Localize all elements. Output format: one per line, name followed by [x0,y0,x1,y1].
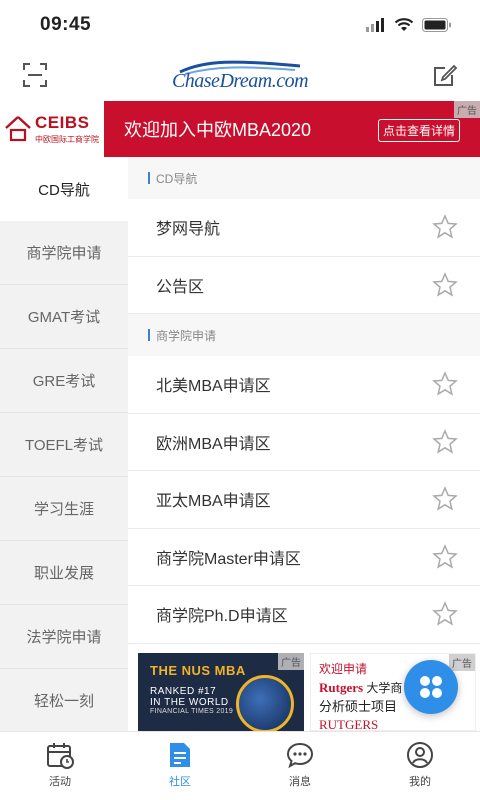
sidebar-item-law-school[interactable]: 法学院申请 [0,605,128,669]
star-icon[interactable] [432,428,458,455]
list-item-label: 欧洲MBA申请区 [156,435,271,453]
section-title: 商学院申请 [156,328,217,343]
rutgers-ad-brand: Rutgers [319,680,364,695]
sidebar-item-business-school[interactable]: 商学院申请 [0,221,128,285]
list-item-label: 商学院Master申请区 [156,550,301,568]
tab-label: 消息 [289,776,311,788]
tab-community[interactable]: 社区 [120,732,240,800]
ceibs-mark-icon [5,116,31,142]
compose-icon[interactable] [432,62,458,88]
list-item-label: 梦网导航 [156,221,221,239]
tab-profile[interactable]: 我的 [360,732,480,800]
star-icon[interactable] [432,601,458,627]
rutgers-ad-logo: RUTGERS [319,717,379,731]
star-icon[interactable] [432,271,458,298]
calendar-icon [47,743,74,769]
star-icon[interactable] [432,214,458,240]
tab-activity[interactable]: 活动 [0,732,120,800]
logo-text: ChaseDream.com [171,69,309,92]
section-header: 商学院申请 [128,314,480,356]
tab-messages[interactable]: 消息 [240,732,360,800]
sidebar-nav: CD导航 商学院申请 GMAT考试 GRE考试 TOEFL考试 学习生涯 职业发… [0,157,128,733]
list-item-label: 公告区 [156,278,205,296]
message-icon [286,742,314,769]
tab-label: 活动 [49,776,71,788]
star-icon[interactable] [432,371,458,397]
tab-label: 我的 [409,776,431,788]
list-item[interactable]: 商学院Master申请区 [128,529,480,586]
list-item-label: 亚太MBA申请区 [156,493,271,511]
ceibs-logo: CEIBS 中欧国际工商学院 [0,101,104,157]
sidebar-item-cd-nav[interactable]: CD导航 [0,157,128,221]
sidebar-item-toefl[interactable]: TOEFL考试 [0,413,128,477]
status-time: 09:45 [40,14,92,35]
ceibs-ad-banner[interactable]: CEIBS 中欧国际工商学院 欢迎加入中欧MBA2020 点击查看详情 广告 [0,101,480,157]
rutgers-ad-line2-rest: 大学商 [363,681,403,695]
ceibs-brand-en: CEIBS [35,113,90,132]
section-title: CD导航 [156,171,198,186]
ad-headline: 欢迎加入中欧MBA2020 [124,120,312,140]
ad-red-panel[interactable]: 欢迎加入中欧MBA2020 点击查看详情 广告 [104,101,480,157]
chasedream-logo: ChaseDream.com [171,58,309,93]
grid-dots-icon [420,676,442,698]
community-icon [170,743,190,767]
list-item-label: 商学院Ph.D申请区 [156,608,288,626]
battery-icon [422,18,451,32]
nus-badge-icon [236,675,294,731]
list-item-label: 北美MBA申请区 [156,378,271,396]
list-item[interactable]: 公告区 [128,257,480,314]
ad-cta-button[interactable]: 点击查看详情 [377,119,460,142]
ceibs-brand-cn: 中欧国际工商学院 [35,135,99,144]
section-header: CD导航 [128,157,480,199]
forum-list: CD导航 梦网导航 公告区 商学院申请 北美MBA申请区 欧洲MBA申请区 亚太… [128,157,480,731]
app-header: ChaseDream.com [0,50,480,100]
ad-tag: 广告 [449,654,475,671]
list-item[interactable]: 亚太MBA申请区 [128,471,480,529]
scan-icon[interactable] [22,62,48,88]
list-item[interactable]: 欧洲MBA申请区 [128,414,480,471]
list-item[interactable]: 商学院Ph.D申请区 [128,586,480,644]
tab-label: 社区 [169,776,191,788]
profile-icon [407,742,433,768]
star-icon[interactable] [432,543,458,570]
star-icon[interactable] [432,486,458,512]
floating-menu-button[interactable] [404,660,458,714]
status-icons [366,18,452,32]
sidebar-item-relax[interactable]: 轻松一刻 [0,669,128,733]
bottom-tab-bar: 活动 社区 消息 我的 [0,731,480,800]
nus-mba-ad[interactable]: THE NUS MBA RANKED #17 IN THE WORLD FINA… [138,653,304,731]
ad-tag: 广告 [278,653,304,670]
sidebar-item-gre[interactable]: GRE考试 [0,349,128,413]
signal-icon [366,18,384,32]
sidebar-item-gmat[interactable]: GMAT考试 [0,285,128,349]
ad-tag: 广告 [454,101,480,118]
status-bar: 09:45 [0,0,480,50]
wifi-icon [394,18,414,31]
list-item[interactable]: 梦网导航 [128,199,480,257]
sidebar-item-study-life[interactable]: 学习生涯 [0,477,128,541]
sidebar-item-career[interactable]: 职业发展 [0,541,128,605]
list-item[interactable]: 北美MBA申请区 [128,356,480,414]
